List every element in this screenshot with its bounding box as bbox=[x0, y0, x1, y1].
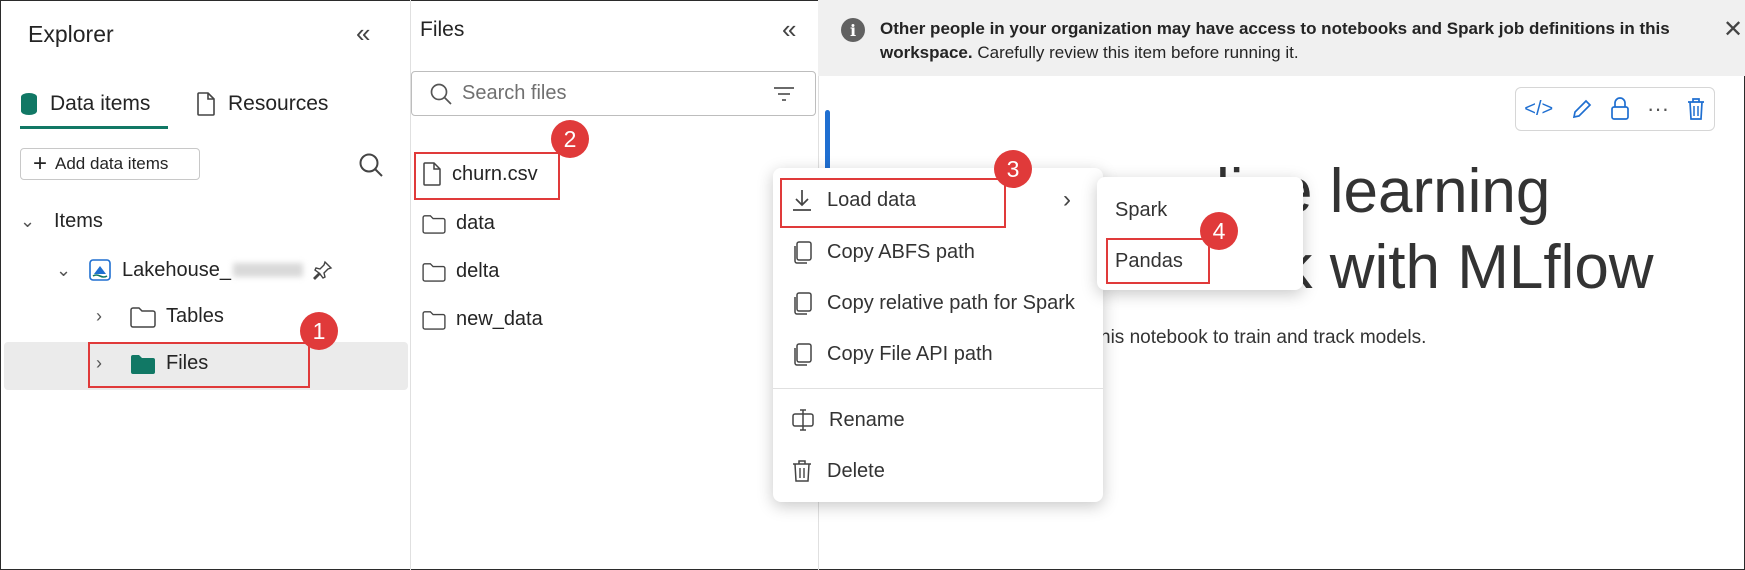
callout-box bbox=[88, 342, 310, 388]
delete-cell-icon[interactable] bbox=[1686, 97, 1706, 121]
banner-normal-text: Carefully review this item before runnin… bbox=[972, 43, 1299, 62]
tree-section-label: Items bbox=[54, 210, 103, 232]
tree-item-tables[interactable]: › Tables bbox=[96, 305, 224, 328]
chevron-down-icon: ⌄ bbox=[56, 259, 72, 280]
info-icon: i bbox=[841, 18, 865, 42]
callout-badge: 3 bbox=[994, 150, 1032, 188]
menu-label: Rename bbox=[829, 408, 905, 431]
menu-label: Copy relative path for Spark bbox=[827, 291, 1075, 314]
menu-separator bbox=[773, 388, 1103, 389]
close-icon[interactable]: ✕ bbox=[1723, 15, 1743, 44]
more-options-icon[interactable]: ··· bbox=[1647, 96, 1669, 122]
file-name: data bbox=[456, 212, 495, 234]
pin-icon[interactable] bbox=[312, 260, 333, 280]
menu-item-delete[interactable]: Delete bbox=[791, 459, 885, 483]
file-row-data[interactable]: data bbox=[422, 212, 495, 235]
search-icon bbox=[430, 83, 452, 105]
explorer-pane: Explorer « Data items Resources + Add da… bbox=[0, 0, 411, 570]
folder-icon bbox=[422, 262, 446, 282]
edit-pencil-icon[interactable] bbox=[1570, 97, 1594, 121]
notebook-description: his notebook to train and track models. bbox=[1100, 327, 1427, 348]
cell-toolbar: </> ··· bbox=[1515, 87, 1715, 131]
menu-label: Copy File API path bbox=[827, 342, 993, 365]
folder-icon bbox=[422, 214, 446, 234]
menu-label: Copy ABFS path bbox=[827, 240, 975, 263]
search-files-input[interactable]: Search files bbox=[411, 71, 816, 116]
callout-badge: 2 bbox=[551, 120, 589, 158]
tree-section-items[interactable]: ⌄ Items bbox=[20, 210, 103, 233]
folder-icon bbox=[422, 310, 446, 330]
file-row-delta[interactable]: delta bbox=[422, 260, 499, 283]
code-icon[interactable]: </> bbox=[1524, 98, 1553, 121]
search-placeholder: Search files bbox=[462, 82, 567, 104]
collapse-files-icon[interactable]: « bbox=[782, 16, 796, 42]
lakehouse-icon bbox=[88, 258, 112, 282]
document-icon bbox=[196, 92, 216, 116]
menu-item-copy-file-api[interactable]: Copy File API path bbox=[791, 342, 993, 366]
plus-icon: + bbox=[33, 150, 48, 177]
callout-badge: 4 bbox=[1200, 212, 1238, 250]
file-name: new_data bbox=[456, 308, 543, 330]
copy-icon bbox=[791, 291, 813, 315]
lakehouse-label: Lakehouse_ bbox=[122, 258, 231, 281]
tables-label: Tables bbox=[166, 305, 224, 327]
database-icon bbox=[20, 92, 38, 116]
add-data-items-button[interactable]: + Add data items bbox=[20, 148, 200, 180]
trash-icon bbox=[791, 459, 813, 483]
search-icon[interactable] bbox=[358, 152, 384, 178]
tab-data-items[interactable]: Data items bbox=[20, 82, 168, 129]
warning-banner: i Other people in your organization may … bbox=[818, 0, 1745, 76]
redacted-name bbox=[232, 263, 303, 277]
tab-resources[interactable]: Resources bbox=[196, 82, 328, 126]
banner-text: Other people in your organization may ha… bbox=[880, 17, 1670, 65]
tab-label: Data items bbox=[50, 92, 151, 115]
files-pane: Files « Search files churn.csv data delt… bbox=[410, 0, 819, 570]
submenu-item-spark[interactable]: Spark bbox=[1115, 199, 1167, 222]
callout-box bbox=[780, 178, 1006, 228]
chevron-right-icon: › bbox=[1063, 186, 1071, 213]
files-pane-title: Files bbox=[420, 18, 465, 41]
copy-icon bbox=[791, 342, 813, 366]
copy-icon bbox=[791, 240, 813, 264]
callout-box bbox=[414, 152, 560, 200]
menu-item-copy-abfs[interactable]: Copy ABFS path bbox=[791, 240, 975, 264]
chevron-right-icon: › bbox=[96, 306, 102, 326]
collapse-explorer-icon[interactable]: « bbox=[356, 20, 370, 46]
chevron-down-icon: ⌄ bbox=[20, 211, 36, 231]
explorer-title: Explorer bbox=[28, 21, 114, 47]
callout-box bbox=[1106, 238, 1210, 284]
folder-icon bbox=[130, 306, 156, 328]
menu-label: Delete bbox=[827, 459, 885, 482]
file-row-new-data[interactable]: new_data bbox=[422, 308, 543, 331]
tab-label: Resources bbox=[228, 92, 329, 115]
rename-icon bbox=[791, 408, 815, 432]
menu-item-copy-relative[interactable]: Copy relative path for Spark bbox=[791, 291, 1075, 315]
add-data-items-label: Add data items bbox=[55, 154, 169, 173]
tree-item-lakehouse[interactable]: ⌄ Lakehouse_ bbox=[56, 258, 333, 282]
filter-icon[interactable] bbox=[773, 86, 795, 102]
lock-icon[interactable] bbox=[1610, 97, 1630, 121]
callout-badge: 1 bbox=[300, 312, 338, 350]
menu-item-rename[interactable]: Rename bbox=[791, 408, 905, 432]
file-name: delta bbox=[456, 260, 500, 282]
